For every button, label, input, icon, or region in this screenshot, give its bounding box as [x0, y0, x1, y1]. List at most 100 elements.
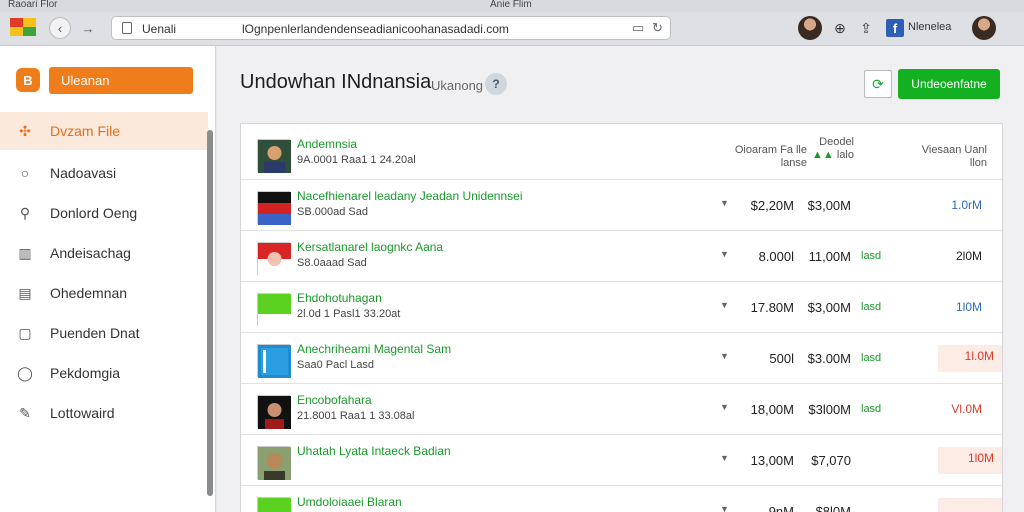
sidebar-item-label: Nadoavasi [50, 165, 117, 181]
bubble-icon: ◯ [17, 364, 33, 381]
table-row[interactable]: Ehdohotuhagan 2l.0d 1 Pasl1 33.20at ▼ 17.80… [241, 281, 1002, 332]
row-subtitle: SB.000ad Sad [297, 206, 368, 218]
row-value-2: $8l0M [815, 504, 851, 512]
sidebar-item-2[interactable]: ⚲ Donlord Oeng [0, 194, 208, 232]
frame-icon: ▢ [18, 324, 32, 341]
row-title[interactable]: Andemnsia [297, 137, 357, 151]
row-trend: lasd [861, 352, 882, 364]
sidebar-item-7[interactable]: ✎ Lottowaird [0, 394, 208, 432]
row-value-3: 1l0M [955, 300, 982, 314]
row-title[interactable]: Uhatah Lyata Intaeck Badian [297, 444, 451, 458]
table-row[interactable]: Encobofahara 21.8001 Raa1 1 33.08al ▼ 18,00… [241, 383, 1002, 434]
row-title[interactable]: Umdoloiaaei Blaran [297, 495, 402, 509]
table-row[interactable]: Anechriheami Magental Sam Saa0 Pacl Lasd ▼… [241, 332, 1002, 383]
row-thumbnail [257, 191, 291, 225]
expand-arrow-icon[interactable]: ▼ [720, 504, 729, 512]
row-value-3 [938, 498, 1002, 512]
row-value-3: 1l0M [938, 447, 1002, 474]
brand-icon: B [16, 68, 40, 92]
row-value-2: $3,00M [807, 300, 851, 315]
row-value-1: 13,00M [750, 453, 794, 468]
table-row[interactable]: Uhatah Lyata Intaeck Badian ▼ 13,00M $7,070… [241, 434, 1002, 485]
row-thumbnail [257, 446, 291, 480]
forward-arrow-icon: → [81, 20, 95, 36]
row-thumbnail [257, 395, 291, 429]
url-text[interactable]: lOgnpenlerlandendenseadianicoohanasadadi… [242, 22, 509, 36]
refresh-icon: ⟳ [872, 75, 884, 92]
sidebar-item-6[interactable]: ◯ Pekdomgia [0, 354, 208, 392]
share-icon[interactable]: ⇪ [856, 18, 876, 38]
expand-arrow-icon[interactable]: ▼ [720, 300, 729, 310]
tab-overview-icon[interactable]: ▭ [632, 20, 644, 36]
extension-avatar-icon[interactable] [798, 16, 822, 40]
row-subtitle: Saa0 Pacl Lasd [297, 359, 375, 371]
expand-arrow-icon[interactable]: ▼ [720, 351, 729, 361]
back-button[interactable]: ‹ [49, 17, 71, 39]
results-table: Oioaram Fa lle lanse Deodel ▲▲ lalo Vies… [240, 123, 1003, 512]
window-titlebar: Raoari Flor Anie Flim [0, 0, 1024, 12]
refresh-button[interactable]: ⟳ [864, 70, 892, 98]
row-subtitle: 9A.0001 Raa1 1 24.20al [297, 154, 416, 166]
help-icon[interactable]: ? [485, 73, 507, 95]
download-button[interactable]: Undeoenfatne [898, 69, 1000, 99]
main-content: Undowhan INdnansia Ukanong ? ⟳ Undeoenfa… [217, 46, 1024, 512]
row-title[interactable]: Nacefhienarel leadany Jeadan Unidennsei [297, 189, 523, 203]
row-subtitle: S8.0aaad Sad [297, 257, 367, 269]
forward-button[interactable]: → [77, 17, 99, 39]
row-value-3: Vl.0M [951, 402, 982, 416]
row-subtitle: 2l.0d 1 Pasl1 33.20at [297, 308, 401, 320]
browser-toolbar: ‹ → Uenali lOgnpenlerlandendenseadianico… [0, 12, 1024, 46]
table-row[interactable]: Andemnsia 9A.0001 Raa1 1 24.20al [241, 128, 1002, 179]
bookmark-icon[interactable]: ⊕ [830, 18, 850, 38]
sidebar-primary-button[interactable]: Uleanan [49, 67, 193, 94]
row-value-1: 17.80M [750, 300, 794, 315]
reload-icon[interactable]: ↻ [652, 20, 663, 36]
sidebar-item-0[interactable]: ✣ Dvzam File [0, 112, 208, 150]
sidebar-item-label: Pekdomgia [50, 365, 121, 381]
sidebar-item-3[interactable]: ▥ Andeisachag [0, 234, 208, 272]
expand-arrow-icon[interactable]: ▼ [720, 198, 729, 208]
sidebar-item-4[interactable]: ▤ Ohedemnan [0, 274, 208, 312]
window-title-center: Anie Flim [490, 0, 532, 10]
back-arrow-icon: ‹ [57, 20, 63, 36]
expand-arrow-icon[interactable]: ▼ [720, 453, 729, 463]
row-thumbnail [257, 293, 291, 327]
sidebar-item-label: Dvzam File [50, 123, 121, 139]
row-trend: lasd [861, 250, 882, 262]
row-title[interactable]: Anechriheami Magental Sam [297, 342, 451, 356]
facebook-icon[interactable]: f [886, 19, 904, 37]
expand-arrow-icon[interactable]: ▼ [720, 402, 729, 412]
pencil-icon: ✎ [19, 404, 31, 421]
profile-avatar[interactable] [972, 16, 996, 40]
sidebar-item-5[interactable]: ▢ Puenden Dnat [0, 314, 208, 352]
sidebar-item-label: Andeisachag [50, 245, 131, 261]
row-value-1: $2,20M [750, 198, 794, 213]
chart-icon: ▥ [18, 244, 32, 261]
row-title[interactable]: Ehdohotuhagan [297, 291, 382, 305]
row-value-1: 9nM [768, 504, 794, 512]
row-value-1: 500l [769, 351, 794, 366]
sidebar-item-label: Ohedemnan [50, 285, 128, 301]
address-bar[interactable]: Uenali lOgnpenlerlandendenseadianicoohan… [111, 16, 671, 40]
sidebar-item-label: Puenden Dnat [50, 325, 140, 341]
row-value-3: 1l.0M [938, 345, 1002, 372]
window-title-left: Raoari Flor [8, 0, 58, 10]
row-title[interactable]: Encobofahara [297, 393, 372, 407]
row-thumbnail [257, 139, 291, 173]
row-thumbnail [257, 497, 291, 512]
row-subtitle: 21.8001 Raa1 1 33.08al [297, 410, 415, 422]
sidebar-item-label: Lottowaird [50, 405, 115, 421]
row-trend: lasd [861, 403, 882, 415]
profile-name[interactable]: Nlenelea [908, 21, 951, 33]
table-row[interactable]: Umdoloiaaei Blaran ▼ 9nM $8l0M [241, 485, 1002, 512]
row-title[interactable]: Kersatlanarel laognkc Aana [297, 240, 443, 254]
sidebar-scrollbar[interactable] [207, 130, 213, 496]
sidebar-item-1[interactable]: ○ Nadoavasi [0, 154, 208, 192]
row-value-2: $3.00M [807, 351, 851, 366]
table-row[interactable]: Kersatlanarel laognkc Aana S8.0aaad Sad ▼ 8… [241, 230, 1002, 281]
row-value-2: $7,070 [811, 453, 851, 468]
page-icon [122, 22, 132, 34]
expand-arrow-icon[interactable]: ▼ [720, 249, 729, 259]
sidebar-item-label: Donlord Oeng [50, 205, 138, 221]
table-row[interactable]: Nacefhienarel leadany Jeadan Unidennsei S… [241, 179, 1002, 230]
